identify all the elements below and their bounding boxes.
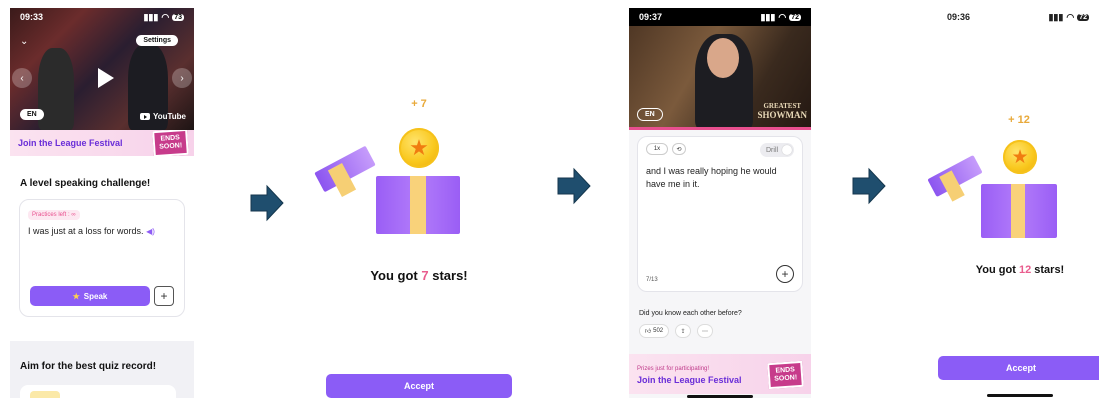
youtube-logo: YouTube	[139, 112, 186, 121]
prev-arrow-icon[interactable]: ‹	[12, 68, 32, 88]
banner-subtitle: Prizes just for participating!	[637, 366, 710, 372]
youtube-label: YouTube	[152, 112, 186, 121]
play-icon[interactable]	[98, 68, 114, 88]
lyric-text: and I was really hoping he would have me…	[646, 166, 777, 189]
speak-button[interactable]: ★ Speak	[30, 286, 150, 306]
speak-label: Speak	[83, 291, 108, 301]
video-player[interactable]: 09:37 ▮▮▮ ◠ 72 GREATEST SHOWMAN EN	[629, 8, 811, 130]
gift-box-ribbon	[410, 176, 426, 234]
quiz-section: Aim for the best quiz record!	[10, 341, 194, 398]
wifi-icon: ◠	[1066, 11, 1075, 22]
add-button[interactable]: +	[776, 265, 794, 283]
more-icon: ⋯	[702, 328, 708, 335]
league-banner[interactable]: Join the League Festival ENDS SOON!	[10, 130, 194, 156]
status-bar: 09:33 ▮▮▮ ◠ 73	[10, 8, 194, 26]
practices-left-tag: Practices left : ∞	[28, 210, 80, 220]
stars-gained-label: + 7	[411, 98, 427, 110]
flow-arrow-icon	[250, 184, 284, 222]
watermark-line-2: SHOWMAN	[757, 110, 808, 120]
reward-prefix: You got	[975, 264, 1019, 276]
quiz-card-thumbnail	[30, 391, 60, 398]
drill-toggle-knob	[782, 145, 792, 155]
like-button[interactable]: 👍︎ 502	[639, 324, 669, 338]
flow-arrow-icon	[557, 167, 591, 205]
collapse-chevron-icon[interactable]: ⌄	[20, 36, 28, 47]
stars-gained-label: + 12	[1008, 114, 1030, 126]
challenge-sentence: I was just at a loss for words. ◀)	[28, 226, 155, 236]
status-time: 09:36	[947, 12, 971, 22]
screen-reward-12: 09:36 ▮▮▮ ◠ 72 + 12 ★ You got 12 stars! Ac…	[927, 8, 1099, 398]
watermark-title: GREATEST SHOWMAN	[758, 102, 808, 120]
video-player[interactable]: 09:33 ▮▮▮ ◠ 73 ⌄ Settings ‹ › EN YouTube	[10, 8, 194, 130]
repeat-icon[interactable]: ⟲	[672, 143, 686, 155]
gold-coin-icon: ★	[399, 128, 439, 168]
quiz-title: Aim for the best quiz record!	[20, 361, 157, 372]
battery-icon: 72	[789, 13, 801, 21]
badge-line-2: SOON!	[774, 374, 798, 383]
reward-prefix: You got	[370, 268, 422, 283]
speaking-card: Practices left : ∞ I was just at a loss …	[19, 199, 185, 317]
accept-button[interactable]: Accept	[326, 374, 512, 398]
reward-message: You got 12 stars!	[927, 264, 1099, 276]
screen-video-drill: 09:37 ▮▮▮ ◠ 72 GREATEST SHOWMAN EN 1x ⟲ Dr…	[629, 8, 811, 398]
wifi-icon: ◠	[778, 11, 787, 22]
settings-button[interactable]: Settings	[136, 35, 178, 46]
battery-icon: 72	[1077, 13, 1089, 21]
ends-soon-badge: ENDS SOON!	[152, 130, 189, 156]
lyric-card: 1x ⟲ Drill and I was really hoping he wo…	[637, 136, 803, 292]
reward-count: 12	[1018, 264, 1032, 276]
flow-canvas: 09:33 ▮▮▮ ◠ 73 ⌄ Settings ‹ › EN YouTube J…	[0, 0, 1099, 398]
gift-box-ribbon	[1011, 184, 1025, 238]
video-face	[707, 38, 739, 78]
signal-icon: ▮▮▮	[143, 11, 159, 22]
reward-message: You got 7 stars!	[314, 268, 524, 283]
reward-suffix: stars!	[1031, 264, 1065, 276]
flow-arrow-icon	[852, 167, 886, 205]
video-person-left	[38, 48, 74, 130]
youtube-icon	[139, 113, 150, 120]
screen-reward-7: + 7 ★ You got 7 stars! Accept	[314, 8, 524, 398]
banner-title: Join the League Festival	[18, 138, 123, 148]
share-button[interactable]: ⇪	[675, 324, 691, 338]
drill-label: Drill	[766, 146, 779, 154]
sentence-text: I was just at a loss for words.	[28, 226, 144, 236]
signal-icon: ▮▮▮	[760, 11, 776, 22]
wifi-icon: ◠	[161, 11, 170, 22]
share-icon: ⇪	[680, 328, 686, 335]
reward-count: 7	[421, 268, 429, 283]
speed-button[interactable]: 1x	[646, 143, 668, 155]
banner-title: Join the League Festival	[637, 375, 742, 385]
language-badge[interactable]: EN	[637, 108, 663, 121]
language-badge[interactable]: EN	[20, 109, 44, 120]
home-indicator	[987, 394, 1053, 397]
badge-line-2: SOON!	[159, 142, 183, 151]
speaker-icon[interactable]: ◀)	[146, 227, 155, 236]
ends-soon-badge: ENDS SOON!	[767, 360, 804, 390]
status-bar: 09:37 ▮▮▮ ◠ 72	[629, 8, 811, 26]
signal-icon: ▮▮▮	[1048, 11, 1064, 22]
league-banner[interactable]: Prizes just for participating! Join the …	[629, 354, 811, 394]
line-counter: 7/13	[646, 277, 658, 283]
question-text: Did you know each other before?	[639, 310, 742, 317]
star-icon: ★	[72, 291, 80, 301]
gold-coin-icon: ★	[1003, 140, 1037, 174]
quiz-card[interactable]	[20, 385, 176, 398]
more-button[interactable]: ⋯	[697, 324, 713, 338]
thumbs-up-icon: 👍︎	[644, 329, 652, 335]
drill-toggle[interactable]: Drill	[760, 143, 794, 157]
add-button[interactable]: +	[154, 286, 174, 306]
like-count: 502	[653, 328, 664, 334]
accept-button[interactable]: Accept	[938, 356, 1099, 380]
screen-speaking-challenge: 09:33 ▮▮▮ ◠ 73 ⌄ Settings ‹ › EN YouTube J…	[10, 8, 194, 398]
next-arrow-icon[interactable]: ›	[172, 68, 192, 88]
status-time: 09:33	[20, 12, 44, 22]
video-progress-bar[interactable]	[629, 127, 811, 130]
challenge-title: A level speaking challenge!	[20, 178, 151, 189]
status-time: 09:37	[639, 12, 663, 22]
battery-icon: 73	[172, 13, 184, 21]
reward-suffix: stars!	[428, 268, 468, 283]
status-bar: 09:36 ▮▮▮ ◠ 72	[927, 8, 1099, 26]
